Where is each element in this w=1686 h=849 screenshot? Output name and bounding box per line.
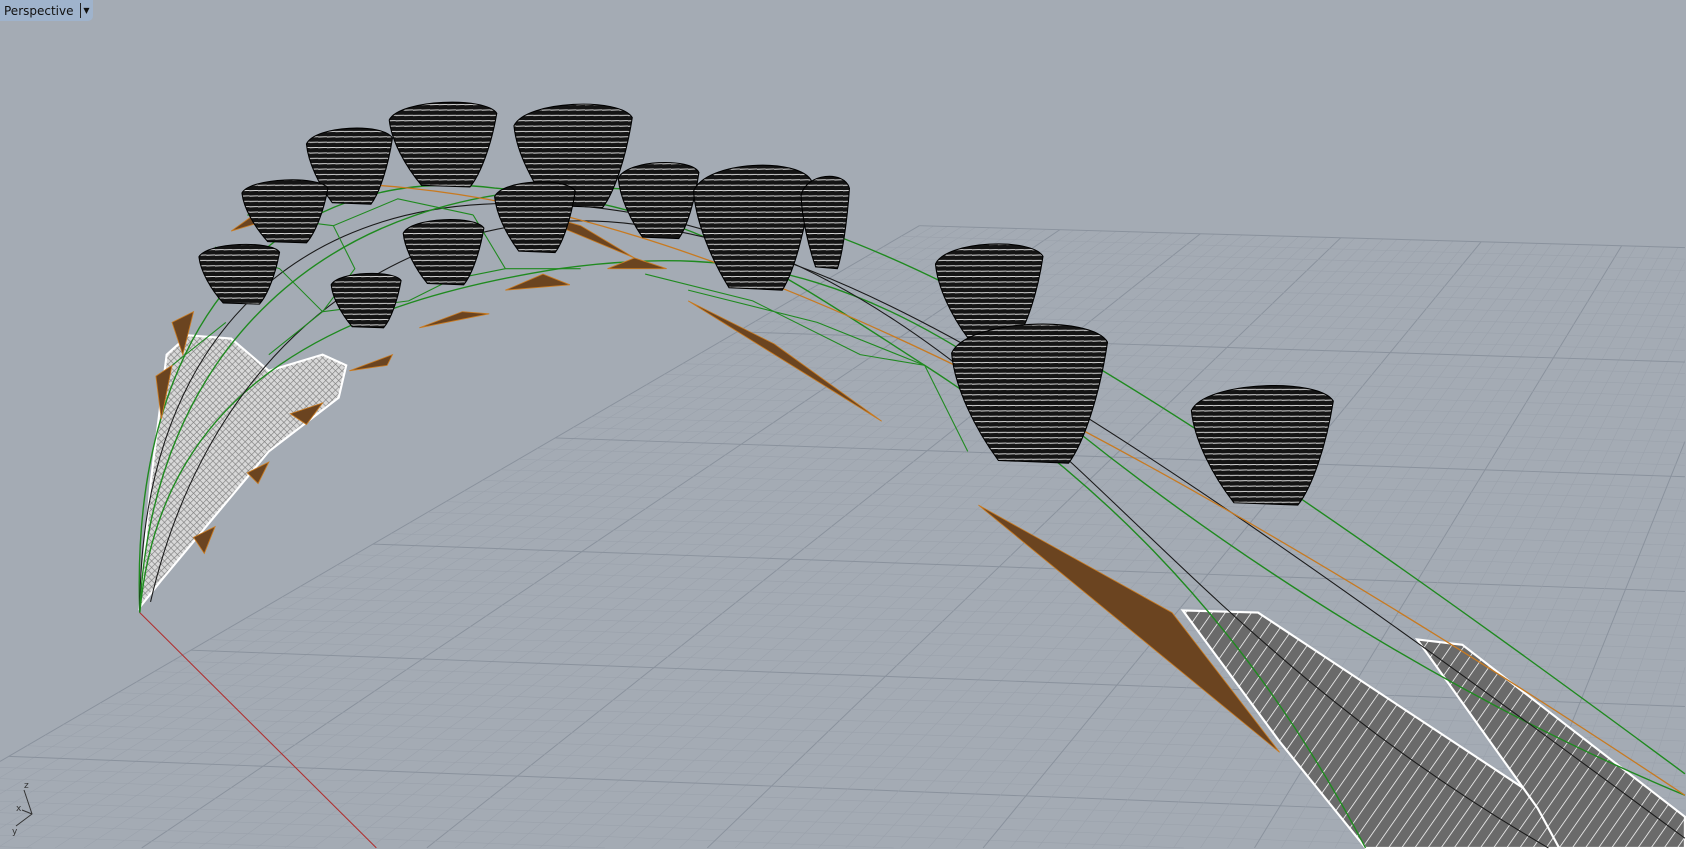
axis-z-label: z bbox=[24, 781, 29, 791]
pod-modules bbox=[198, 101, 1334, 506]
grid-line bbox=[518, 458, 1685, 500]
pod-module bbox=[951, 323, 1109, 464]
grid-line bbox=[0, 225, 920, 762]
grid-line bbox=[500, 469, 1685, 512]
pod-module bbox=[617, 161, 700, 240]
grid-line bbox=[0, 823, 605, 849]
hex-mesh-panels bbox=[138, 334, 348, 611]
pod-module bbox=[241, 179, 329, 244]
viewport-title[interactable]: Perspective bbox=[4, 4, 80, 18]
grid-line bbox=[0, 801, 1184, 849]
axis-x-label: x bbox=[16, 804, 22, 814]
viewport-title-tab[interactable]: Perspective ▼ bbox=[0, 0, 93, 21]
grid-line bbox=[555, 437, 1685, 478]
pod-module bbox=[494, 181, 576, 254]
grid-line bbox=[112, 229, 1046, 849]
pod-module bbox=[198, 243, 281, 305]
grid-line bbox=[300, 586, 1685, 638]
grid-line bbox=[646, 384, 1685, 420]
pod-module bbox=[1190, 385, 1334, 506]
perspective-viewport[interactable]: Perspective ▼ z x y bbox=[0, 0, 1686, 849]
axis-y-label: y bbox=[12, 827, 18, 837]
grid-line bbox=[198, 230, 1089, 849]
grid-line bbox=[281, 596, 1685, 650]
grid-line bbox=[454, 233, 1215, 849]
grid-line bbox=[464, 490, 1685, 535]
grid-line bbox=[567, 235, 1271, 849]
pod-module bbox=[800, 175, 850, 270]
axis-widget: z x y bbox=[12, 781, 33, 837]
grid-line bbox=[919, 225, 1685, 249]
x-axis-line bbox=[139, 612, 377, 849]
3d-scene[interactable] bbox=[0, 0, 1686, 849]
grid-line bbox=[536, 448, 1685, 489]
pod-module bbox=[692, 164, 813, 291]
grid-line bbox=[445, 501, 1685, 546]
pod-module bbox=[330, 272, 402, 329]
grid-line bbox=[483, 234, 1229, 849]
chevron-down-icon[interactable]: ▼ bbox=[79, 3, 93, 18]
pod-module bbox=[388, 101, 498, 188]
grid-line bbox=[591, 416, 1685, 454]
grid-line bbox=[0, 812, 894, 849]
grid-line bbox=[482, 480, 1685, 523]
grid-line bbox=[627, 395, 1685, 432]
